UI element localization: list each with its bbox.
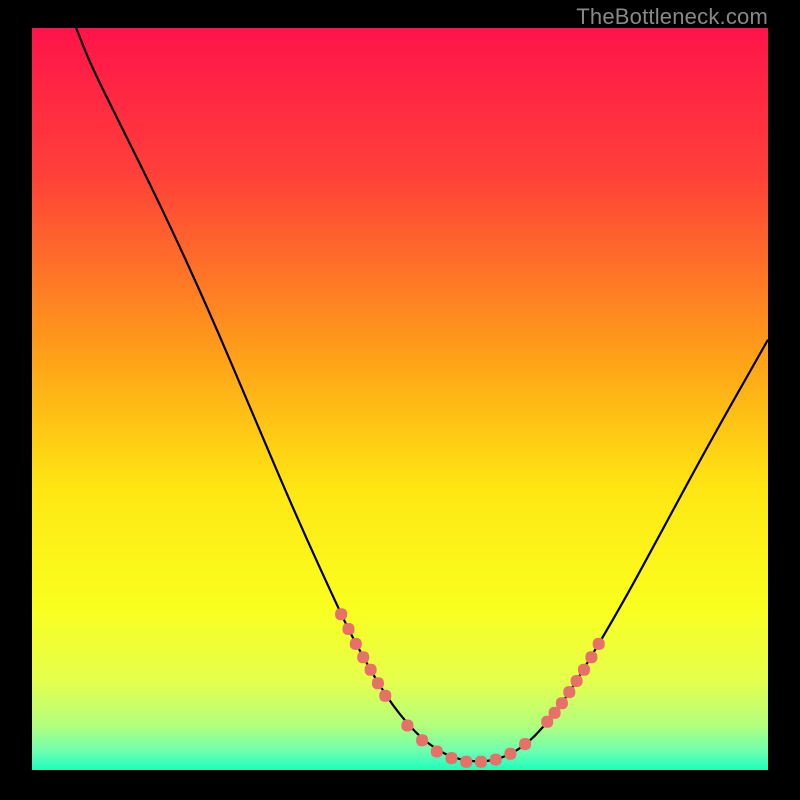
bottleneck-curve [76,28,768,761]
watermark-text: TheBottleneck.com [576,4,768,30]
curve-marker [585,651,597,663]
curve-marker [350,638,362,650]
curve-marker [578,664,590,676]
curve-marker [490,754,502,766]
curve-marker [571,675,583,687]
curve-marker [556,697,568,709]
curve-marker [504,748,516,760]
curve-marker [365,664,377,676]
curve-marker [460,756,472,768]
curve-marker [379,690,391,702]
curve-marker [343,623,355,635]
curve-marker [519,738,531,750]
curve-marker [446,752,458,764]
curve-marker [357,651,369,663]
curve-marker [335,608,347,620]
chart-plot-area [32,28,768,770]
curve-marker [401,720,413,732]
curve-marker [372,677,384,689]
curve-marker [431,746,443,758]
chart-container: TheBottleneck.com [0,0,800,800]
curve-marker [563,686,575,698]
curve-marker [475,756,487,768]
curve-marker [416,734,428,746]
curve-marker [593,638,605,650]
curve-marker-dots [335,608,605,768]
